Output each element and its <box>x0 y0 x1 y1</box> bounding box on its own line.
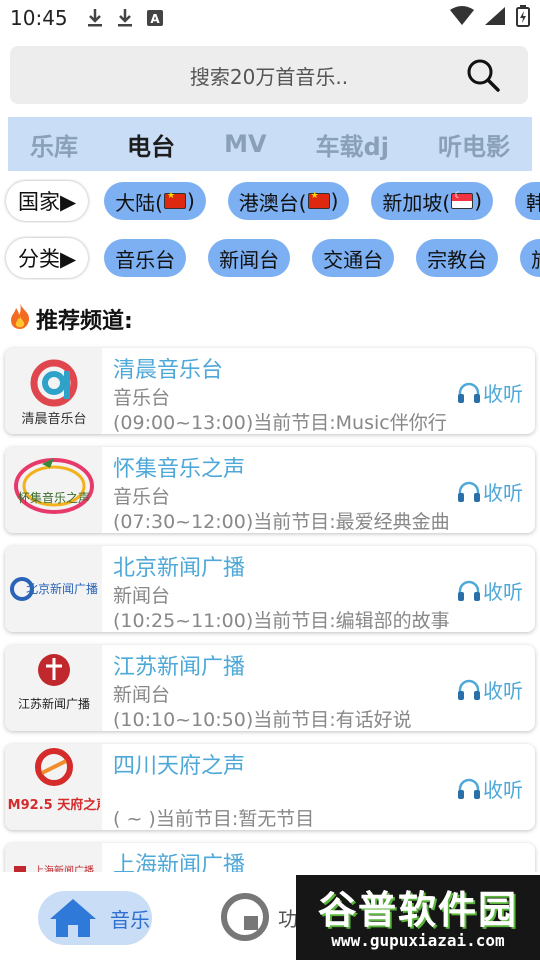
station-name: 江苏新闻广播 <box>113 655 246 680</box>
station-name: 清晨音乐台 <box>113 358 224 383</box>
chip-label: 大陆( <box>115 190 163 215</box>
status-time: 10:45 <box>10 6 68 30</box>
watermark-title: 谷普软件园 <box>317 888 518 932</box>
tab-car-dj[interactable]: 车载dj <box>316 127 389 162</box>
station-logo: 清晨音乐台 <box>5 348 102 434</box>
a-icon: A <box>146 9 164 27</box>
watermark: 谷普软件园 www.gupuxiazai.com <box>296 875 540 960</box>
china-flag-icon <box>163 191 186 209</box>
station-logo: FM92.5 天府之声 <box>5 744 102 830</box>
listen-label: 收听 <box>483 481 523 505</box>
listen-button[interactable]: 收听 <box>457 378 523 407</box>
station-category: 新闻台 <box>113 684 171 706</box>
country-filter-row: 国家▶ 大陆() 港澳台() 新加坡() 韩国 <box>0 179 540 223</box>
listen-button[interactable]: 收听 <box>457 477 523 506</box>
nav-function-label: 功 <box>278 906 298 931</box>
player-icon <box>221 893 269 941</box>
station-name: 怀集音乐之声 <box>113 457 246 482</box>
station-card[interactable]: 怀集音乐之声 怀集音乐之声 音乐台 (07:30~12:00)当前节目:最爱经典… <box>5 447 535 533</box>
tab-radio[interactable]: 电台 <box>127 127 175 162</box>
listen-label: 收听 <box>483 778 523 802</box>
nav-function[interactable]: 功 <box>220 892 298 942</box>
logo-text: 怀集音乐之声 <box>17 490 89 505</box>
station-logo: 怀集音乐之声 <box>5 447 102 533</box>
recommend-title: 推荐频道: <box>36 309 133 334</box>
logo-text: FM92.5 天府之声 <box>8 797 100 813</box>
nav-music[interactable]: 音乐 <box>38 891 152 945</box>
station-category: 新闻台 <box>113 585 171 607</box>
tab-music-library[interactable]: 乐库 <box>30 127 78 162</box>
search-icon[interactable] <box>466 58 500 92</box>
chip-hk-macau-taiwan[interactable]: 港澳台() <box>227 182 350 220</box>
listen-button[interactable]: 收听 <box>457 675 523 704</box>
category-filter-label[interactable]: 分类▶ <box>6 238 89 278</box>
chip-korea[interactable]: 韩国 <box>515 182 540 220</box>
listen-label: 收听 <box>483 580 523 604</box>
watermark-url: www.gupuxiazai.com <box>331 931 505 950</box>
station-logo: 北京新闻广播 <box>5 546 102 632</box>
station-program: (10:25~11:00)当前节目:编辑部的故事 <box>113 610 450 632</box>
listen-button[interactable]: 收听 <box>457 774 523 803</box>
station-program: (09:00~13:00)当前节目:Music伴你行 <box>113 412 447 434</box>
station-list: 清晨音乐台 清晨音乐台 音乐台 (09:00~13:00)当前节目:Music伴… <box>5 348 535 942</box>
chip-traffic-station[interactable]: 交通台 <box>312 239 395 277</box>
listen-label: 收听 <box>483 382 523 406</box>
station-card[interactable]: 北京新闻广播 北京新闻广播 新闻台 (10:25~11:00)当前节目:编辑部的… <box>5 546 535 632</box>
headphones-icon <box>458 580 480 601</box>
station-program: ( ~ )当前节目:暂无节目 <box>113 808 315 830</box>
chip-suffix: ) <box>186 189 195 213</box>
chip-news-station[interactable]: 新闻台 <box>208 239 291 277</box>
chip-music-station[interactable]: 音乐台 <box>104 239 187 277</box>
chip-label: 新加坡( <box>382 190 451 215</box>
chip-label: 韩国 <box>526 190 540 215</box>
headphones-icon <box>458 679 480 700</box>
logo-text: 北京新闻广播 <box>25 581 97 596</box>
search-bar[interactable]: 搜索20万首音乐.. <box>10 46 528 104</box>
tab-mv[interactable]: MV <box>224 130 266 158</box>
country-filter-label[interactable]: 国家▶ <box>6 181 89 221</box>
tab-movie[interactable]: 听电影 <box>438 127 510 162</box>
station-card[interactable]: 清晨音乐台 清晨音乐台 音乐台 (09:00~13:00)当前节目:Music伴… <box>5 348 535 434</box>
signal-icon <box>484 6 506 31</box>
singapore-flag-icon <box>451 191 474 209</box>
download-icon <box>116 8 134 28</box>
battery-icon <box>516 4 530 32</box>
headphones-icon <box>458 481 480 502</box>
listen-label: 收听 <box>483 679 523 703</box>
china-flag-icon <box>307 191 330 209</box>
chip-travel-station[interactable]: 旅游 <box>520 239 540 277</box>
status-bar: 10:45 A <box>0 0 540 36</box>
station-name: 北京新闻广播 <box>113 556 246 581</box>
chip-label: 港澳台( <box>238 190 307 215</box>
logo-text: 江苏新闻广播 <box>17 696 89 711</box>
wifi-icon <box>450 5 474 31</box>
headphones-icon <box>458 382 480 403</box>
logo-text: 清晨音乐台 <box>21 411 86 427</box>
station-card[interactable]: 江苏新闻广播 江苏新闻广播 新闻台 (10:10~10:50)当前节目:有话好说… <box>5 645 535 731</box>
chip-suffix: ) <box>474 189 483 213</box>
recommend-heading: 推荐频道: <box>8 302 133 336</box>
chip-mainland[interactable]: 大陆() <box>104 182 206 220</box>
station-category: 音乐台 <box>113 486 171 508</box>
station-category: 音乐台 <box>113 387 171 409</box>
tab-bar: 乐库 电台 MV 车载dj 听电影 <box>8 117 532 171</box>
headphones-icon <box>458 778 480 799</box>
search-placeholder: 搜索20万首音乐.. <box>189 64 349 89</box>
nav-music-label: 音乐 <box>110 907 150 932</box>
chip-religion-station[interactable]: 宗教台 <box>416 239 499 277</box>
station-card[interactable]: FM92.5 天府之声 四川天府之声 ( ~ )当前节目:暂无节目 收听 <box>5 744 535 830</box>
home-icon <box>50 899 96 937</box>
download-icon <box>86 8 104 28</box>
chip-singapore[interactable]: 新加坡() <box>371 182 494 220</box>
station-program: (07:30~12:00)当前节目:最爱经典金曲 <box>113 511 450 533</box>
chip-suffix: ) <box>330 189 339 213</box>
listen-button[interactable]: 收听 <box>457 576 523 605</box>
fire-icon <box>8 302 32 336</box>
station-logo: 江苏新闻广播 <box>5 645 102 731</box>
category-filter-row: 分类▶ 音乐台 新闻台 交通台 宗教台 旅游 <box>0 236 540 280</box>
station-name: 四川天府之声 <box>113 754 246 779</box>
station-program: (10:10~10:50)当前节目:有话好说 <box>113 709 412 731</box>
svg-text:A: A <box>150 12 160 26</box>
